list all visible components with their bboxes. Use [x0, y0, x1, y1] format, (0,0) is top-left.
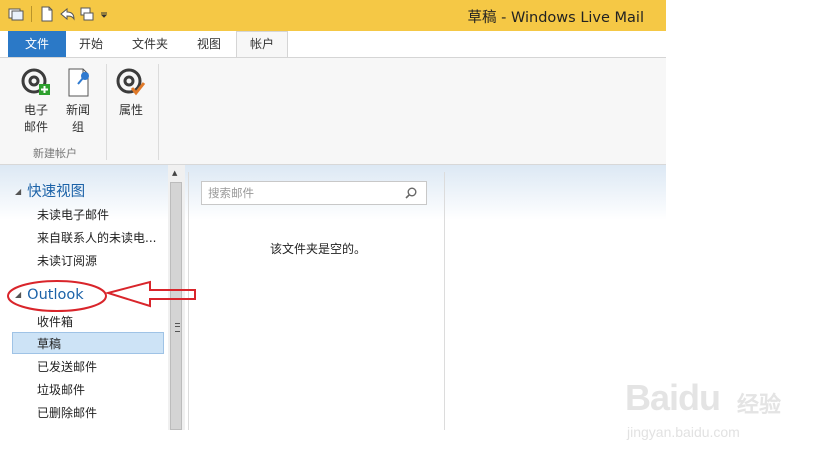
watermark-brand-cn: 经验 [737, 393, 782, 418]
nav-item-sent[interactable]: 已发送邮件 [37, 358, 97, 375]
quick-views-label: 快速视图 [27, 184, 86, 200]
scrollbar-thumb[interactable] [170, 182, 182, 430]
nav-item-junk[interactable]: 垃圾邮件 [37, 381, 85, 398]
folder-pane: ◢ 快速视图 未读电子邮件 来自联系人的未读电... 未读订阅源 ◢ Outlook… [0, 0, 168, 430]
watermark-brand: Baidu [625, 377, 721, 418]
folder-pane-scrollbar[interactable]: ▲ [168, 165, 185, 430]
tab-accounts[interactable]: 帐户 [236, 31, 288, 58]
search-input[interactable] [208, 185, 398, 201]
nav-item-unread-feeds[interactable]: 未读订阅源 [37, 252, 97, 269]
nav-section-outlook[interactable]: ◢ Outlook [15, 287, 84, 303]
baidu-watermark: Baidu 经验 jingyan.baidu.com [625, 377, 815, 447]
scrollbar-grip-icon [175, 323, 180, 332]
tab-view[interactable]: 视图 [184, 31, 234, 58]
nav-item-deleted[interactable]: 已删除邮件 [37, 404, 97, 421]
watermark-url: jingyan.baidu.com [627, 424, 740, 440]
pane-divider[interactable] [188, 172, 189, 430]
nav-item-drafts[interactable]: 草稿 [37, 335, 61, 352]
windows-live-mail-window: 草稿 - Windows Live Mail 文件 开始 文件夹 视图 帐户 电… [0, 0, 666, 430]
empty-folder-message: 该文件夹是空的。 [270, 242, 367, 256]
nav-item-inbox[interactable]: 收件箱 [37, 313, 73, 330]
scroll-up-icon[interactable]: ▲ [172, 169, 177, 177]
collapse-triangle-icon[interactable]: ◢ [15, 187, 21, 196]
nav-section-quick-views[interactable]: ◢ 快速视图 [15, 180, 85, 201]
window-title: 草稿 - Windows Live Mail [467, 10, 644, 26]
collapse-triangle-icon[interactable]: ◢ [15, 290, 21, 299]
outlook-label: Outlook [27, 287, 84, 303]
nav-item-unread-email[interactable]: 未读电子邮件 [37, 206, 109, 223]
pane-divider[interactable] [444, 172, 445, 430]
search-icon[interactable] [405, 187, 417, 199]
search-box[interactable] [201, 181, 427, 205]
nav-item-unread-from-contacts[interactable]: 来自联系人的未读电... [37, 229, 156, 246]
